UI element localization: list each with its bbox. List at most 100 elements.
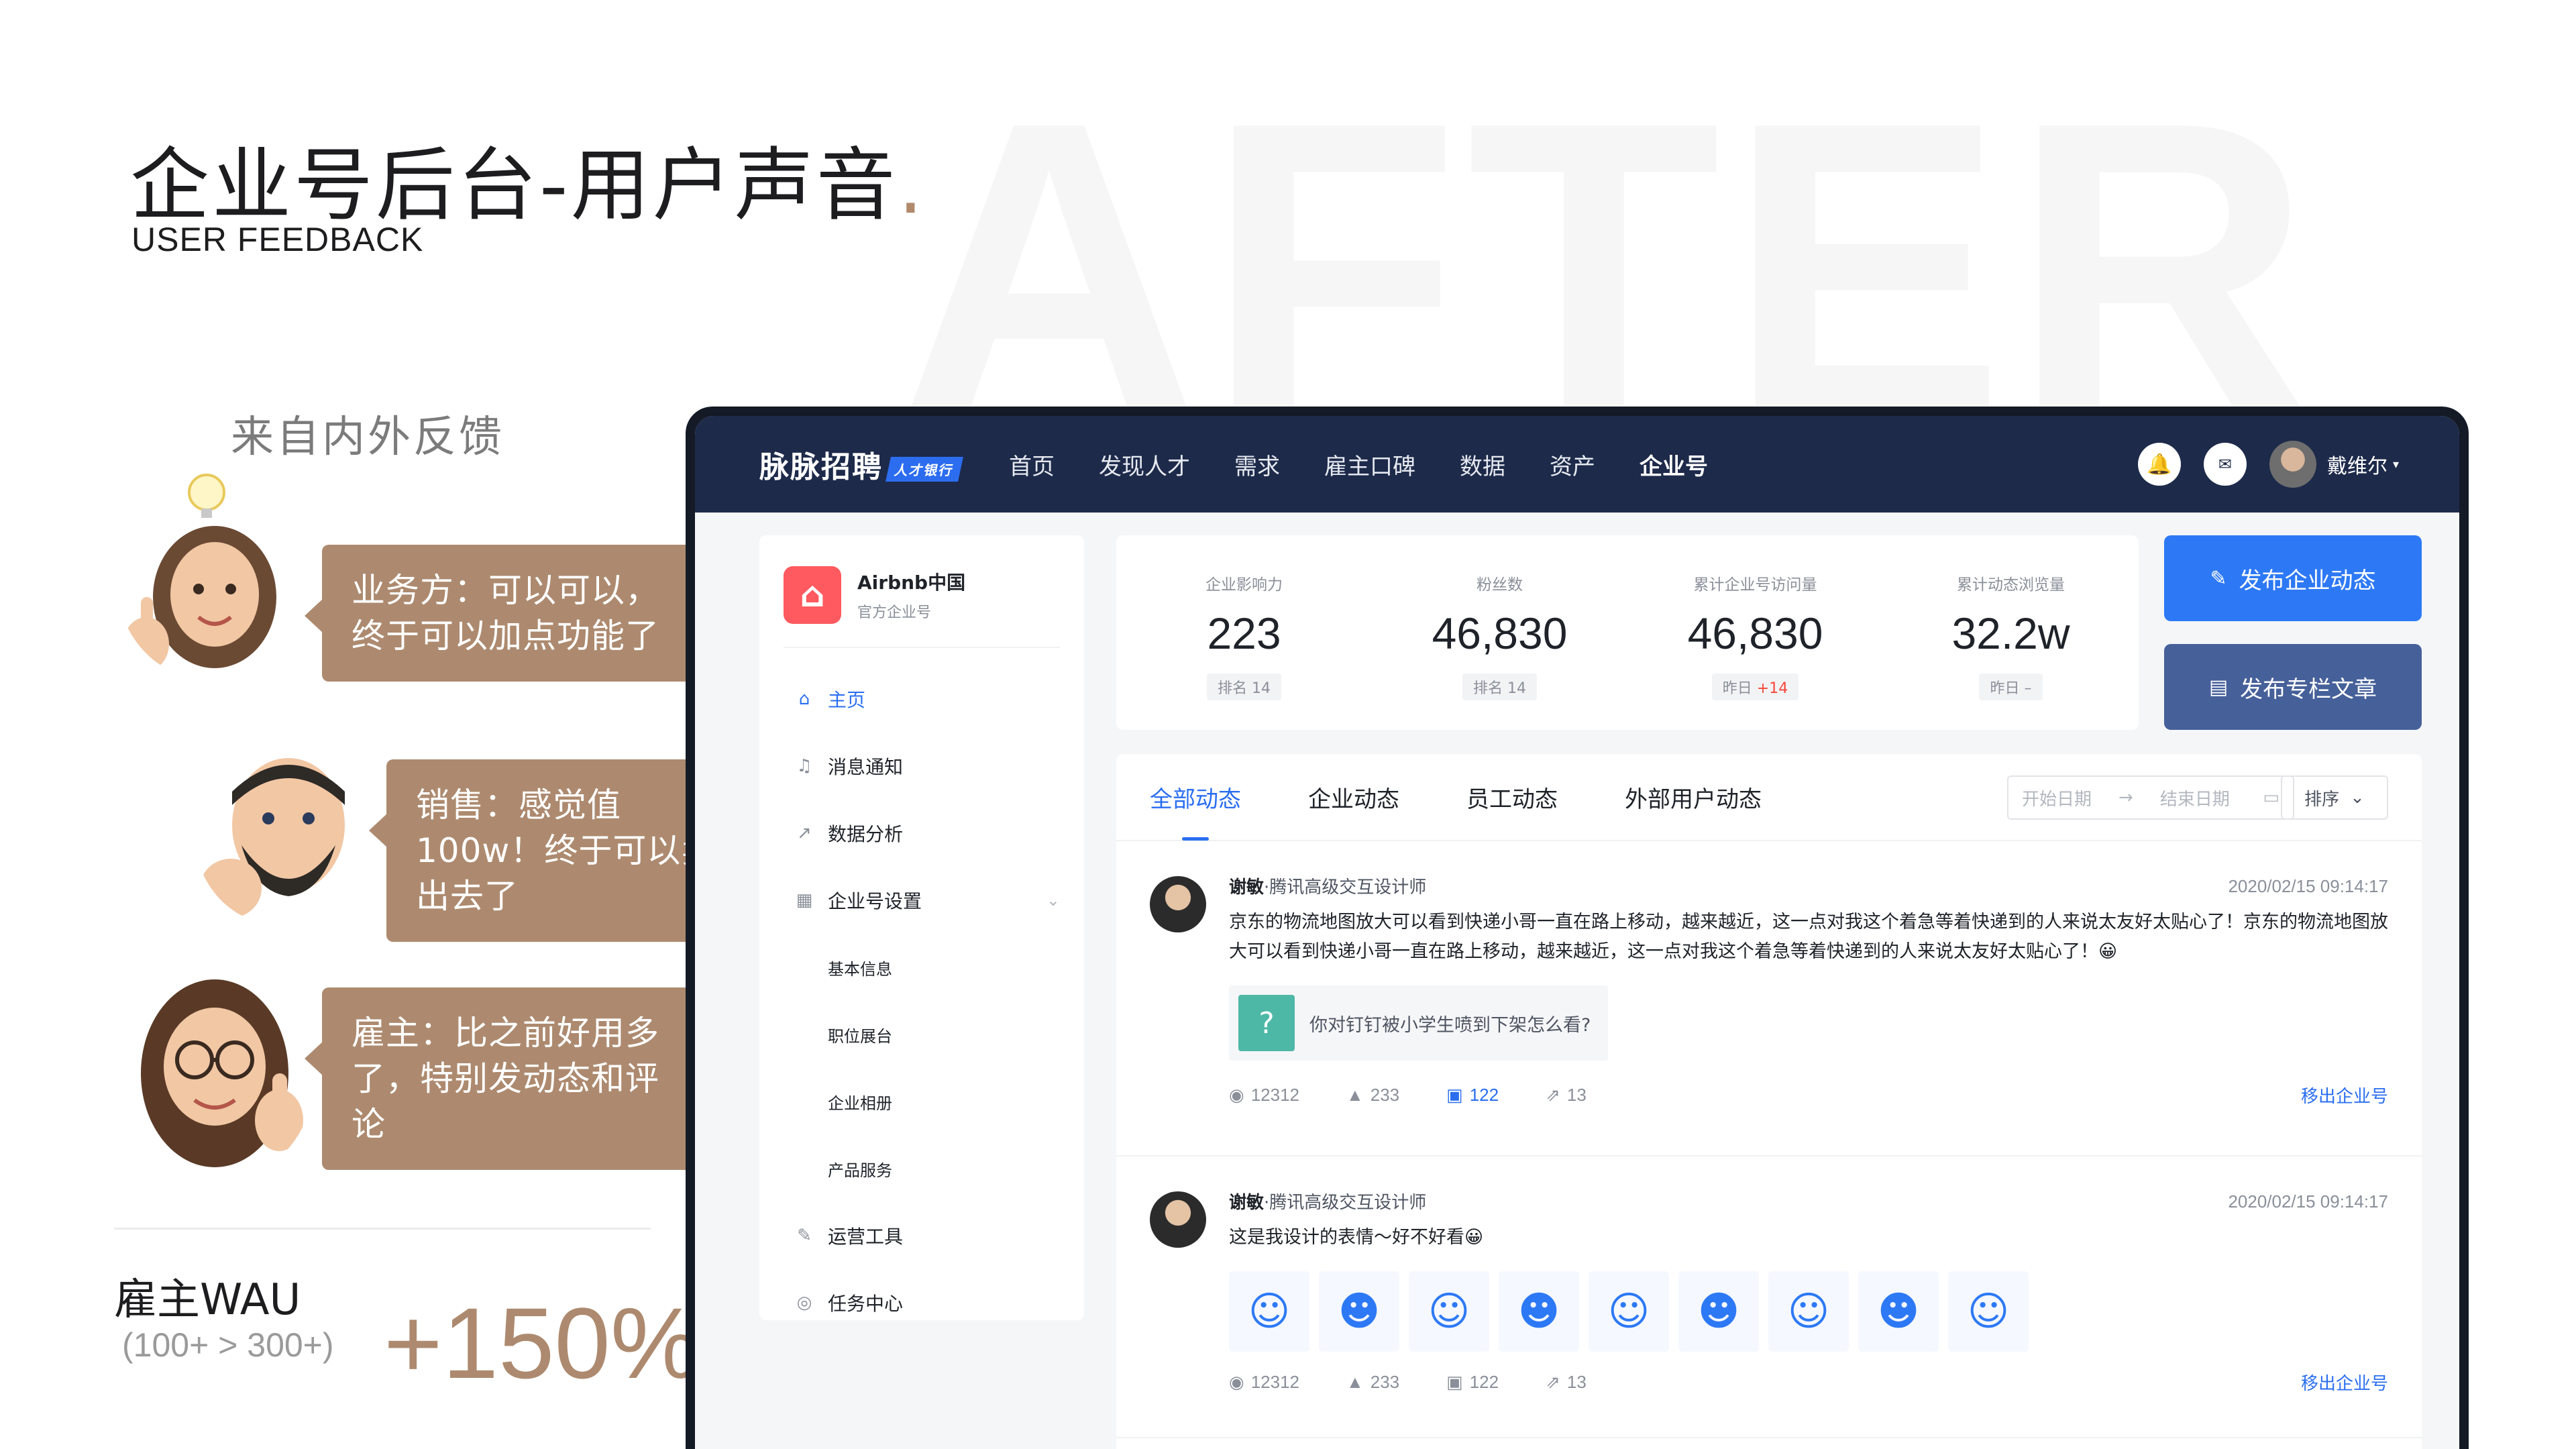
feedback-heading: 来自内外反馈 xyxy=(231,413,504,462)
sidebar-item-notifications[interactable]: ♫ 消息通知 xyxy=(784,733,1060,800)
author-name[interactable]: 谢敏 xyxy=(1229,1193,1264,1213)
divider xyxy=(114,1228,651,1230)
sticker-icon[interactable]: ☺ xyxy=(1409,1271,1489,1352)
comments-button[interactable]: ▣ 122 xyxy=(1446,1085,1499,1106)
tab-employee-posts[interactable]: 员工动态 xyxy=(1466,753,1558,841)
sidebar-item-label: 任务中心 xyxy=(828,1293,904,1315)
sticker-icon[interactable]: ☺ xyxy=(1768,1271,1849,1352)
stat-label: 累计动态浏览量 xyxy=(1957,576,2065,594)
feed-tabs: 全部动态 企业动态 员工动态 外部用户动态 开始日期 → 结束日期 ▭ 排序 ⌄ xyxy=(1116,754,2422,841)
bell-icon[interactable]: 🔔 xyxy=(2137,443,2181,486)
nav-right: 🔔 ✉ 戴维尔 ▾ xyxy=(2115,441,2399,488)
sidebar-item-label: 消息通知 xyxy=(828,756,904,778)
top-nav: 脉脉招聘 人才银行 首页 发现人才 需求 雇主口碑 数据 资产 企业号 🔔 ✉ 戴… xyxy=(695,416,2459,513)
nav-item-employer-reputation[interactable]: 雇主口碑 xyxy=(1324,448,1415,481)
metric-value: +150% xyxy=(384,1287,700,1399)
arrow-right-icon: → xyxy=(2118,788,2133,808)
grid-icon: ▦ xyxy=(796,890,813,910)
quoted-question[interactable]: ? 你对钉钉被小学生喷到下架怎么看? xyxy=(1229,985,1609,1061)
page-title: 企业号后台-用户声音. xyxy=(130,139,926,231)
sticker-gallery: ☺ ☻ ☺ ☻ ☺ ☻ ☺ ☻ ☺ xyxy=(1229,1271,2388,1352)
user-avatar[interactable] xyxy=(2269,441,2316,488)
stat-badge: 排名 14 xyxy=(1462,674,1537,700)
sticker-icon[interactable]: ☻ xyxy=(1858,1271,1939,1352)
sidebar-item-settings[interactable]: ▦ 企业号设置 ⌄ xyxy=(784,867,1060,934)
end-date-input[interactable]: 结束日期 xyxy=(2160,786,2230,810)
post-meta: ◉ 12312 ▲ 233 ▣ 122 ⇗ 13 移出企业号 xyxy=(1229,1085,2388,1106)
memoji-bearded-man-avatar xyxy=(200,758,345,918)
author-title: ·腾讯高级交互设计师 xyxy=(1264,877,1427,898)
remove-from-account-link[interactable]: 移出企业号 xyxy=(2301,1370,2388,1395)
publish-post-button[interactable]: ✎ 发布企业动态 xyxy=(2164,535,2422,621)
nav-item-discover-talent[interactable]: 发现人才 xyxy=(1099,448,1190,481)
sticker-icon[interactable]: ☺ xyxy=(1948,1271,2029,1352)
nav-item-enterprise-account[interactable]: 企业号 xyxy=(1640,448,1708,481)
date-range-picker[interactable]: 开始日期 → 结束日期 ▭ xyxy=(2007,775,2294,820)
brand-logo[interactable]: 脉脉招聘 人才银行 xyxy=(759,443,963,486)
brand-badge: 人才银行 xyxy=(885,456,963,482)
feedback-bubble-employer: 雇主：比之前好用多了，特别发动态和评论 xyxy=(305,987,714,1170)
eye-icon: ◉ xyxy=(1229,1085,1244,1105)
tab-company-posts[interactable]: 企业动态 xyxy=(1308,753,1399,841)
sidebar-item-operation-tools[interactable]: ✎ 运营工具 xyxy=(784,1202,1060,1269)
views-count: ◉ 12312 xyxy=(1229,1372,1299,1392)
sidebar-item-home[interactable]: ⌂ 主页 xyxy=(784,665,1060,733)
sidebar-item-label: 运营工具 xyxy=(828,1226,904,1248)
share-button[interactable]: ⇗ 13 xyxy=(1546,1085,1587,1106)
message-icon[interactable]: ✉ xyxy=(2203,443,2247,486)
start-date-input[interactable]: 开始日期 xyxy=(2022,786,2092,810)
comments-button[interactable]: ▣ 122 xyxy=(1446,1372,1499,1393)
airbnb-logo-icon: ⌂ xyxy=(784,566,841,624)
nav-item-home[interactable]: 首页 xyxy=(1009,448,1055,481)
caret-down-icon[interactable]: ▾ xyxy=(2393,458,2399,472)
metric-label: 雇主WAU xyxy=(114,1275,301,1325)
sticker-icon[interactable]: ☺ xyxy=(1229,1271,1309,1352)
stat-label: 累计企业号访问量 xyxy=(1693,576,1817,594)
sidebar-item-task-center[interactable]: ◎ 任务中心 xyxy=(784,1269,1060,1336)
remove-from-account-link[interactable]: 移出企业号 xyxy=(2301,1083,2388,1108)
feed-post: 谢敏·腾讯高级交互设计师 2020/02/15 09:14:17 京东的物流地图… xyxy=(1116,841,2422,1157)
post-text: 这是我设计的表情～好不好看😀 xyxy=(1229,1227,1484,1248)
author-avatar[interactable] xyxy=(1150,1191,1206,1248)
share-icon: ⇗ xyxy=(1546,1085,1560,1105)
publish-article-button[interactable]: ▤ 发布专栏文章 xyxy=(2164,644,2422,730)
thumbs-up-icon: ▲ xyxy=(1346,1085,1364,1105)
sticker-icon[interactable]: ☻ xyxy=(1319,1271,1399,1352)
sidebar-item-products[interactable]: 产品服务 xyxy=(784,1135,1060,1202)
post-meta: ◉ 12312 ▲ 233 ▣ 122 ⇗ 13 移出企业号 xyxy=(1229,1372,2388,1393)
metric-sub: (100+ > 300+) xyxy=(122,1326,334,1364)
post-header: 谢敏·腾讯高级交互设计师 xyxy=(1229,1189,2388,1214)
tab-external-posts[interactable]: 外部用户动态 xyxy=(1625,753,1762,841)
sidebar-item-label: 主页 xyxy=(828,689,866,711)
stat-badge: 昨日 – xyxy=(1979,674,2043,700)
sticker-icon[interactable]: ☻ xyxy=(1678,1271,1759,1352)
feed-post: 谢敏·腾讯高级交互设计师 2020/02/15 09:14:17 这是我设计的表… xyxy=(1116,1157,2422,1438)
nav-item-assets[interactable]: 资产 xyxy=(1550,448,1595,481)
sidebar-item-job-showcase[interactable]: 职位展台 xyxy=(784,1001,1060,1068)
app-screen: 脉脉招聘 人才银行 首页 发现人才 需求 雇主口碑 数据 资产 企业号 🔔 ✉ 戴… xyxy=(695,416,2459,1449)
sidebar-item-album[interactable]: 企业相册 xyxy=(784,1068,1060,1135)
sidebar-item-label: 企业号设置 xyxy=(828,890,922,912)
author-name[interactable]: 谢敏 xyxy=(1229,877,1264,898)
sort-dropdown[interactable]: 排序 ⌄ xyxy=(2281,775,2388,820)
user-name[interactable]: 戴维尔 xyxy=(2327,449,2387,479)
home-icon: ⌂ xyxy=(798,689,810,709)
stat-followers: 粉丝数 46,830 排名 14 xyxy=(1372,535,1627,730)
author-avatar[interactable] xyxy=(1150,876,1206,932)
sidebar-item-basic-info[interactable]: 基本信息 xyxy=(784,934,1060,1001)
sidebar-item-analytics[interactable]: ↗ 数据分析 xyxy=(784,800,1060,867)
sticker-icon[interactable]: ☻ xyxy=(1499,1271,1579,1352)
tab-all-posts[interactable]: 全部动态 xyxy=(1150,753,1241,841)
likes-button[interactable]: ▲ 233 xyxy=(1346,1372,1399,1393)
nav-item-demand[interactable]: 需求 xyxy=(1234,448,1280,481)
likes-button[interactable]: ▲ 233 xyxy=(1346,1085,1399,1106)
article-icon: ▤ xyxy=(2208,675,2229,699)
comment-icon: ▣ xyxy=(1446,1372,1463,1392)
share-button[interactable]: ⇗ 13 xyxy=(1546,1372,1587,1393)
nav-item-data[interactable]: 数据 xyxy=(1460,448,1505,481)
wrench-icon: ✎ xyxy=(797,1226,812,1246)
stat-value: 223 xyxy=(1207,608,1281,658)
sticker-icon[interactable]: ☺ xyxy=(1589,1271,1669,1352)
sidebar: ⌂ Airbnb中国 官方企业号 ⌂ 主页 ♫ 消息通知 ↗ 数据分析 ▦ 企业号设置 ⌄… xyxy=(759,535,1084,1320)
nav-menu: 首页 发现人才 需求 雇主口碑 数据 资产 企业号 xyxy=(1009,448,1752,481)
